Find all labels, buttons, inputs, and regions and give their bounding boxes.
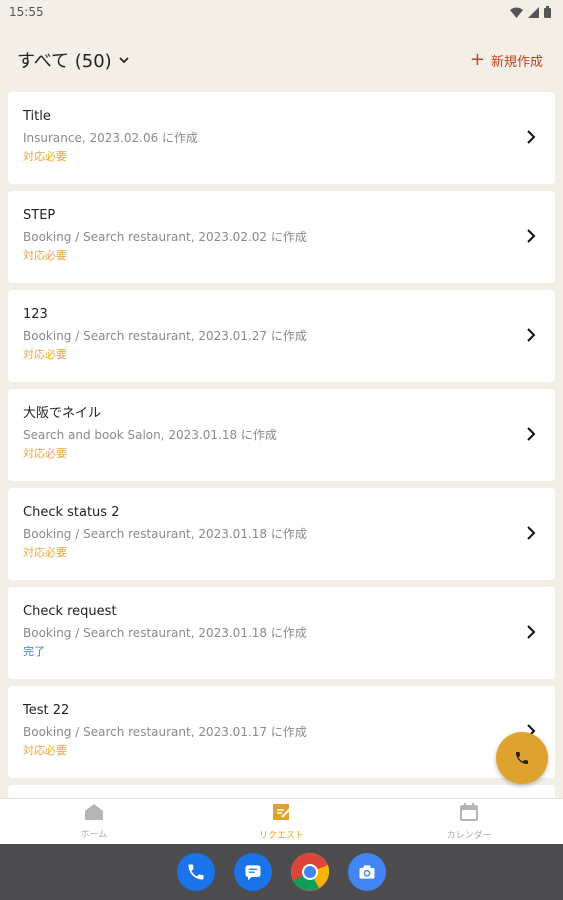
chrome-app-icon[interactable]	[291, 853, 329, 891]
request-status-badge: 対応必要	[23, 150, 67, 163]
request-title: Check request	[23, 604, 117, 619]
request-card[interactable]: 123 Booking / Search restaurant, 2023.01.…	[8, 290, 555, 382]
request-meta: Booking / Search restaurant, 2023.01.18 …	[23, 626, 307, 640]
request-title: 大阪でネイル	[23, 406, 102, 421]
battery-icon	[544, 6, 551, 18]
request-title: 123	[23, 307, 48, 322]
new-request-label: 新規作成	[490, 54, 543, 70]
camera-app-icon[interactable]	[348, 853, 386, 891]
request-status-badge: 対応必要	[23, 249, 67, 262]
tab-label: ホーム	[80, 830, 108, 840]
request-title: STEP	[23, 208, 56, 223]
request-status-badge: 完了	[23, 645, 45, 658]
chevron-right-icon	[527, 625, 536, 639]
request-meta: Search and book Salon, 2023.01.18 に作成	[23, 428, 277, 442]
status-time: 15:55	[9, 5, 44, 19]
request-card[interactable]: Check request Booking / Search restaurant…	[8, 587, 555, 679]
tab-request[interactable]: リクエスト	[188, 799, 376, 844]
tab-home[interactable]: ホーム	[0, 799, 188, 844]
filter-label: すべて (50)	[17, 51, 112, 72]
chevron-right-icon	[527, 526, 536, 540]
filter-dropdown[interactable]: すべて (50)	[17, 47, 130, 73]
calendar-icon	[459, 802, 479, 825]
request-status-badge: 対応必要	[23, 744, 67, 757]
messages-app-icon[interactable]	[234, 853, 272, 891]
request-status-badge: 対応必要	[23, 447, 67, 460]
home-icon	[84, 803, 104, 824]
system-dock	[0, 844, 563, 900]
request-meta: Booking / Search restaurant, 2023.01.17 …	[23, 725, 307, 739]
chevron-right-icon	[527, 229, 536, 243]
request-meta: Insurance, 2023.02.06 に作成	[23, 131, 199, 145]
signal-icon	[528, 6, 539, 18]
tab-label: リクエスト	[259, 831, 305, 841]
request-title: Title	[23, 109, 51, 124]
request-card[interactable]: Check status 2 Booking / Search restauran…	[8, 488, 555, 580]
plus-icon: +	[469, 49, 485, 70]
request-card[interactable]	[8, 785, 555, 798]
header: すべて (50) + 新規作成	[0, 40, 563, 80]
phone-app-icon[interactable]	[177, 853, 215, 891]
request-icon	[272, 802, 292, 825]
request-title: Check status 2	[23, 505, 120, 520]
tab-label: カレンダー	[446, 831, 492, 841]
request-list: Title Insurance, 2023.02.06 に作成 対応必要 STEP Bo…	[8, 92, 555, 798]
request-card[interactable]: Test 22 Booking / Search restaurant, 2023…	[8, 686, 555, 778]
request-status-badge: 対応必要	[23, 546, 67, 559]
wifi-icon	[510, 7, 523, 18]
request-card[interactable]: Title Insurance, 2023.02.06 に作成 対応必要	[8, 92, 555, 184]
call-fab-button[interactable]	[496, 732, 548, 784]
request-meta: Booking / Search restaurant, 2023.01.27 …	[23, 329, 307, 343]
request-status-badge: 対応必要	[23, 348, 67, 361]
chevron-right-icon	[527, 427, 536, 441]
tab-calendar[interactable]: カレンダー	[375, 799, 563, 844]
status-icons	[510, 6, 551, 18]
request-meta: Booking / Search restaurant, 2023.01.18 …	[23, 527, 307, 541]
request-title: Test 22	[23, 703, 70, 718]
chevron-right-icon	[527, 130, 536, 144]
new-request-button[interactable]: + 新規作成	[470, 51, 543, 70]
status-bar: 15:55	[0, 0, 563, 24]
chevron-down-icon	[119, 57, 129, 64]
request-card[interactable]: 大阪でネイル Search and book Salon, 2023.01.18 …	[8, 389, 555, 481]
bottom-tab-bar: ホーム リクエスト カレンダー	[0, 798, 563, 844]
request-card[interactable]: STEP Booking / Search restaurant, 2023.02…	[8, 191, 555, 283]
request-meta: Booking / Search restaurant, 2023.02.02 …	[23, 230, 307, 244]
chevron-right-icon	[527, 328, 536, 342]
phone-icon	[516, 752, 528, 764]
